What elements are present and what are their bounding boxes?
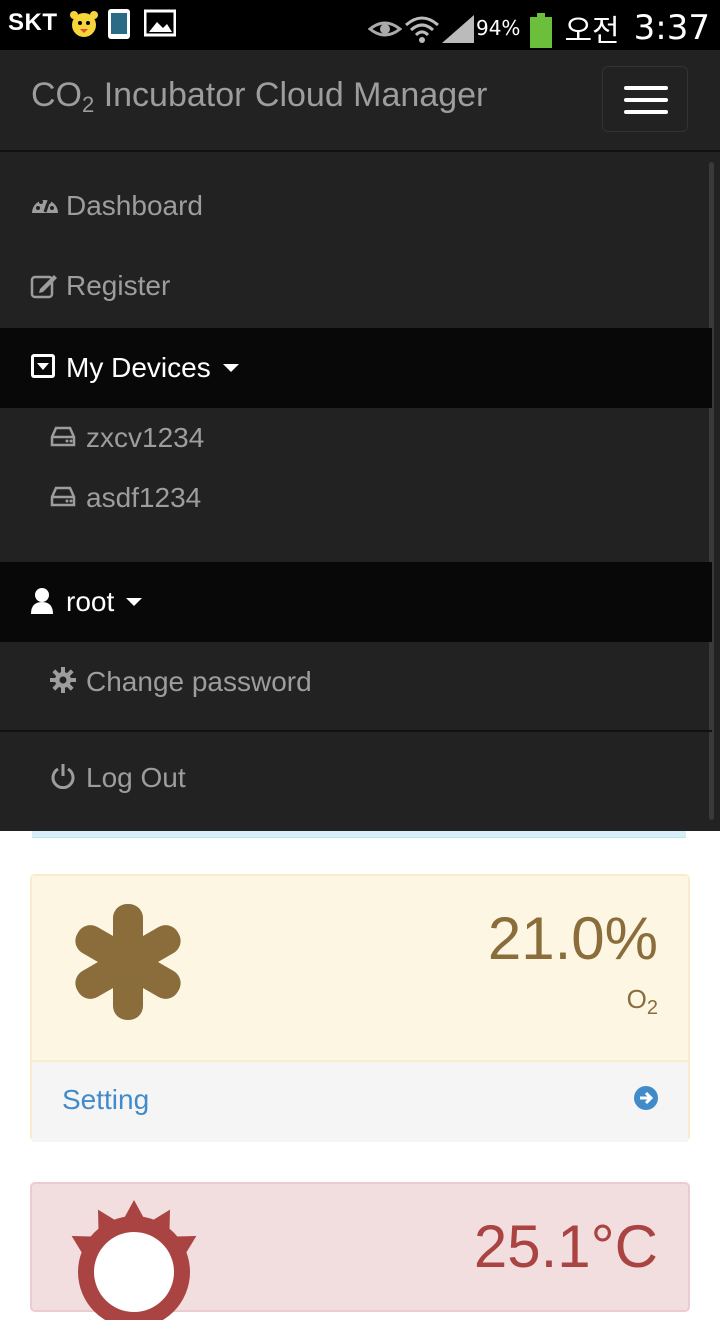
temperature-value: 25.1°C bbox=[473, 1213, 658, 1280]
o2-label-prefix: O bbox=[626, 984, 647, 1014]
menu-item-label: Log Out bbox=[86, 762, 186, 793]
alarm-bird-icon bbox=[68, 8, 98, 38]
dropdown-caret-icon bbox=[222, 364, 239, 372]
nav-menu: Dashboard Register My Devices zxcv1234 a… bbox=[0, 152, 720, 831]
power-icon bbox=[50, 763, 80, 793]
menu-item-label: Change password bbox=[86, 666, 312, 697]
phone-icon bbox=[106, 8, 134, 39]
wifi-icon bbox=[404, 13, 439, 43]
dropdown-caret-icon bbox=[126, 598, 143, 606]
menu-divider bbox=[0, 730, 712, 732]
temperature-panel: 25.1°C bbox=[30, 1182, 690, 1325]
device-label: asdf1234 bbox=[86, 482, 202, 513]
dashboard-icon bbox=[30, 191, 60, 221]
o2-setting-footer[interactable]: Setting bbox=[32, 1060, 688, 1142]
menu-item-label: root bbox=[66, 586, 115, 617]
carrier-label: SKT bbox=[8, 9, 58, 36]
clock-time: 3:37 bbox=[633, 8, 710, 48]
sun-icon bbox=[64, 1200, 204, 1325]
o2-panel-body: 21.0% O2 bbox=[32, 876, 688, 1058]
battery-icon bbox=[528, 13, 556, 48]
menu-item-register[interactable]: Register bbox=[0, 246, 712, 326]
ampm-label: 오전 bbox=[564, 14, 620, 49]
brand-title[interactable]: CO2 Incubator Cloud Manager bbox=[31, 76, 487, 118]
menu-item-dashboard[interactable]: Dashboard bbox=[0, 166, 712, 246]
setting-link[interactable]: Setting bbox=[62, 1084, 149, 1116]
o2-label: O2 bbox=[627, 984, 658, 1020]
o2-value: 21.0% bbox=[487, 905, 658, 972]
hamburger-line bbox=[624, 98, 668, 102]
device-label: zxcv1234 bbox=[86, 422, 205, 453]
battery-percent: 94% bbox=[475, 16, 521, 40]
menu-item-my-devices[interactable]: My Devices bbox=[0, 328, 712, 408]
hdd-icon bbox=[50, 423, 80, 453]
gallery-icon bbox=[143, 8, 176, 38]
edit-icon bbox=[30, 271, 60, 301]
hamburger-line bbox=[624, 86, 668, 90]
asterisk-icon bbox=[70, 900, 186, 1029]
device-item[interactable]: zxcv1234 bbox=[0, 408, 712, 468]
menu-item-change-password[interactable]: Change password bbox=[0, 642, 712, 722]
alert-strip bbox=[32, 831, 686, 838]
signal-icon bbox=[440, 13, 474, 43]
brand-suffix: Incubator Cloud Manager bbox=[94, 76, 488, 114]
hamburger-line bbox=[624, 110, 668, 114]
brand-subscript: 2 bbox=[82, 92, 95, 117]
navbar: CO2 Incubator Cloud Manager bbox=[0, 50, 720, 152]
gear-icon bbox=[50, 667, 80, 697]
menu-item-label: Register bbox=[66, 270, 171, 301]
menu-item-logout[interactable]: Log Out bbox=[0, 738, 712, 818]
caret-square-down-icon bbox=[30, 353, 60, 383]
eye-icon bbox=[367, 13, 403, 43]
user-icon bbox=[30, 587, 60, 617]
status-bar: SKT 94% 오전 3:37 bbox=[0, 0, 720, 50]
brand-prefix: CO bbox=[31, 76, 82, 114]
arrow-circle-right-icon[interactable] bbox=[634, 1086, 658, 1110]
o2-label-subscript: 2 bbox=[646, 997, 658, 1020]
o2-panel: 21.0% O2 Setting bbox=[30, 874, 690, 1142]
menu-item-label: My Devices bbox=[66, 352, 211, 383]
menu-toggle-button[interactable] bbox=[602, 66, 688, 132]
menu-item-label: Dashboard bbox=[66, 190, 203, 221]
device-item[interactable]: asdf1234 bbox=[0, 468, 712, 528]
hdd-icon bbox=[50, 483, 80, 513]
menu-item-user[interactable]: root bbox=[0, 562, 712, 642]
